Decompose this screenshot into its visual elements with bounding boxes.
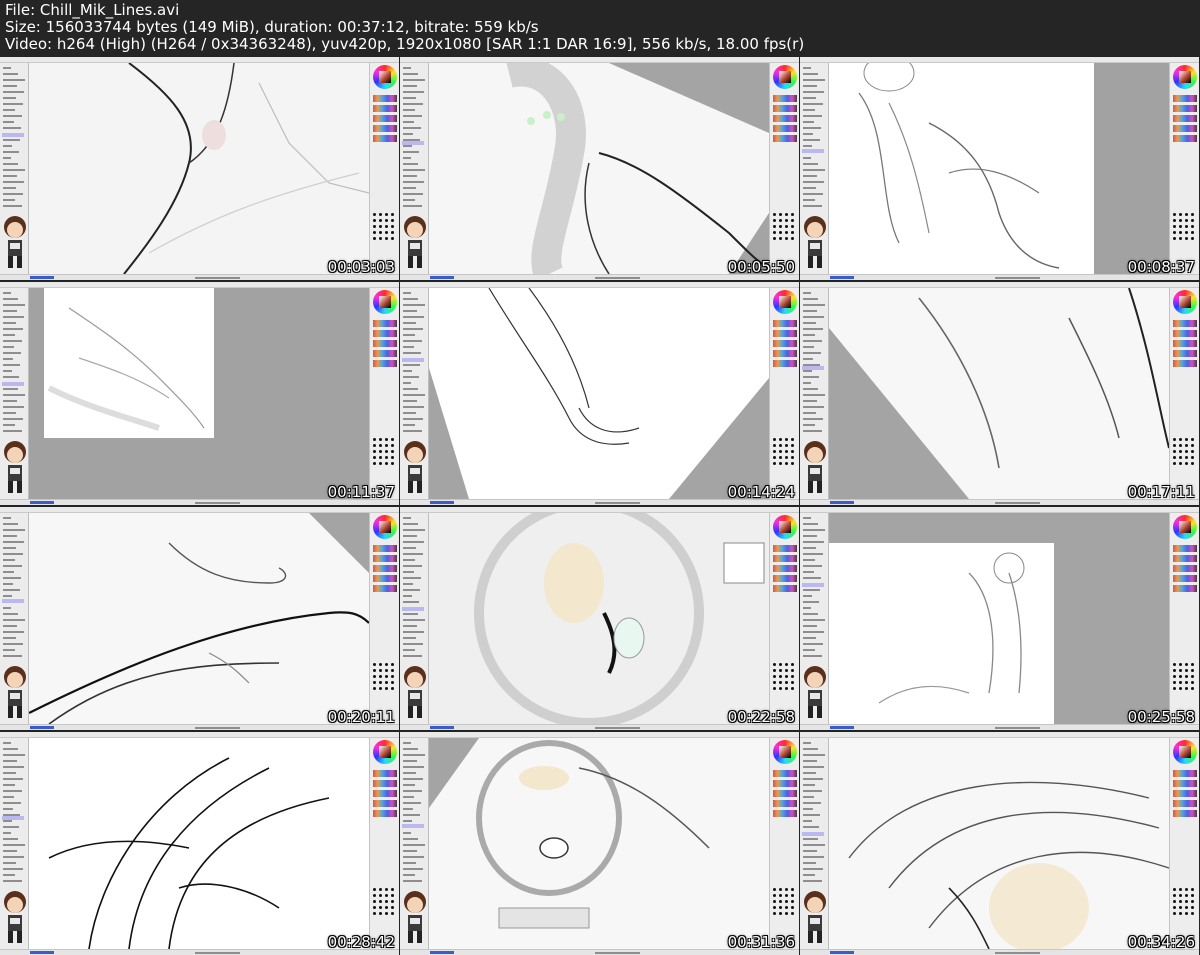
thumbnail-timestamp: 00:25:58 [1127,708,1195,726]
thumbnail-timestamp: 00:31:36 [727,933,795,951]
video-thumbnail: 00:34:26 [800,732,1199,955]
color-panel-right [1169,63,1199,274]
streamer-avatar-icon [404,441,426,493]
streamer-avatar-icon [804,216,826,268]
thumbnail-timestamp: 00:11:37 [327,483,395,501]
drawing-canvas [29,288,369,499]
color-panel-right [769,63,799,274]
video-thumbnail: 00:31:36 [400,732,799,955]
thumbnail-timestamp: 00:05:50 [727,258,795,276]
thumbnail-timestamp: 00:22:58 [727,708,795,726]
drawing-canvas [429,288,769,499]
thumbnail-timestamp: 00:14:24 [727,483,795,501]
drawing-canvas [29,738,369,949]
color-panel-right [1169,288,1199,499]
video-thumbnail: 00:14:24 [400,282,799,505]
drawing-canvas [429,738,769,949]
streamer-avatar-icon [404,216,426,268]
drawing-canvas [829,738,1169,949]
color-panel-right [369,288,399,499]
streamer-avatar-icon [4,891,26,943]
file-name-line: File: Chill_Mik_Lines.avi [5,1,180,19]
streamer-avatar-icon [4,441,26,493]
drawing-canvas [429,63,769,274]
video-thumbnail: 00:05:50 [400,57,799,280]
thumbnail-timestamp: 00:08:37 [1127,258,1195,276]
video-thumbnail: 00:03:03 [0,57,399,280]
drawing-canvas [29,63,369,274]
video-thumbnail: 00:20:11 [0,507,399,730]
artwork-sketch [29,738,369,949]
video-thumbnail: 00:11:37 [0,282,399,505]
artwork-sketch [429,63,769,274]
color-panel-right [369,63,399,274]
streamer-avatar-icon [4,216,26,268]
artwork-sketch [829,738,1169,949]
color-panel-right [769,513,799,724]
artwork-sketch [829,63,1094,274]
color-panel-right [769,288,799,499]
streamer-avatar-icon [4,666,26,718]
thumbnail-timestamp: 00:28:42 [327,933,395,951]
artwork-sketch [44,288,214,438]
artwork-sketch [429,288,769,499]
video-thumbnail: 00:08:37 [800,57,1199,280]
file-info-header: File: Chill_Mik_Lines.avi Size: 15603374… [0,0,1200,56]
video-thumbnail: 00:25:58 [800,507,1199,730]
thumbnail-timestamp: 00:17:11 [1127,483,1195,501]
video-thumbnail: 00:22:58 [400,507,799,730]
artwork-sketch [829,288,1169,499]
thumbnail-timestamp: 00:34:26 [1127,933,1195,951]
color-panel-right [769,738,799,949]
color-panel-right [369,513,399,724]
thumbnail-timestamp: 00:20:11 [327,708,395,726]
drawing-canvas [29,513,369,724]
streamer-avatar-icon [804,441,826,493]
artwork-sketch [29,513,369,724]
artwork-sketch [429,738,769,949]
artwork-sketch [429,513,769,724]
drawing-canvas [429,513,769,724]
streamer-avatar-icon [804,666,826,718]
video-thumbnail: 00:28:42 [0,732,399,955]
thumbnail-grid: 00:03:03 00:05:50 00:08:37 00:11:37 00:1… [0,57,1200,955]
artwork-sketch [829,513,1169,724]
streamer-avatar-icon [804,891,826,943]
drawing-canvas [829,63,1169,274]
drawing-canvas [829,513,1169,724]
artwork-sketch [29,63,369,274]
video-info-line: Video: h264 (High) (H264 / 0x34363248), … [5,35,805,53]
size-info-line: Size: 156033744 bytes (149 MiB), duratio… [5,18,539,36]
contact-sheet: File: Chill_Mik_Lines.avi Size: 15603374… [0,0,1200,955]
streamer-avatar-icon [404,891,426,943]
color-panel-right [369,738,399,949]
thumbnail-timestamp: 00:03:03 [327,258,395,276]
color-panel-right [1169,513,1199,724]
video-thumbnail: 00:17:11 [800,282,1199,505]
drawing-canvas [829,288,1169,499]
streamer-avatar-icon [404,666,426,718]
color-panel-right [1169,738,1199,949]
